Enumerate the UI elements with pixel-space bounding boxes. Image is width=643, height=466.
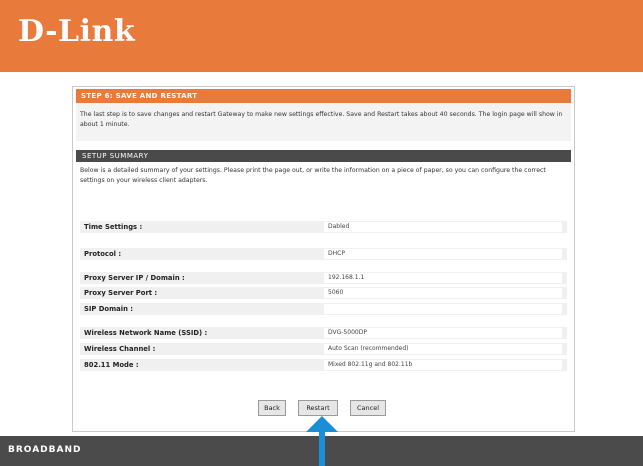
arrow-shaft <box>319 432 325 466</box>
step-title: STEP 6: SAVE AND RESTART <box>81 92 198 100</box>
row-value: Dabled <box>328 223 350 230</box>
row-value-box <box>324 304 562 314</box>
row-value-box <box>324 222 562 232</box>
summary-title: SETUP SUMMARY <box>82 152 149 160</box>
row-value: Mixed 802.11g and 802.11b <box>328 361 413 368</box>
row-value: 5060 <box>328 289 344 296</box>
step-header: STEP 6: SAVE AND RESTART <box>76 89 571 103</box>
summary-row-80211-mode: 802.11 Mode : Mixed 802.11g and 802.11b <box>80 359 567 371</box>
dlink-logo: D-Link <box>18 14 136 49</box>
step-description: The last step is to save changes and res… <box>76 103 571 141</box>
broadband-label: BROADBAND <box>8 445 82 455</box>
row-label: Proxy Server IP / Domain : <box>84 274 185 282</box>
row-value: Auto Scan (recommended) <box>328 345 409 352</box>
row-label: Wireless Channel : <box>84 345 156 353</box>
summary-row-time-settings: Time Settings : Dabled <box>80 221 567 233</box>
row-label: Wireless Network Name (SSID) : <box>84 329 208 337</box>
summary-row-proxy-port: Proxy Server Port : 5060 <box>80 287 567 299</box>
row-label: 802.11 Mode : <box>84 361 139 369</box>
row-label: SIP Domain : <box>84 305 134 313</box>
back-button[interactable]: Back <box>258 400 286 416</box>
row-value-box <box>324 249 562 259</box>
summary-description: Below is a detailed summary of your sett… <box>80 167 546 184</box>
summary-row-proxy-ip: Proxy Server IP / Domain : 192.168.1.1 <box>80 272 567 284</box>
header-bar: D-Link <box>0 0 643 72</box>
restart-button[interactable]: Restart <box>298 400 338 416</box>
summary-header: SETUP SUMMARY <box>76 150 571 162</box>
summary-row-sip-domain: SIP Domain : <box>80 303 567 315</box>
row-value-box <box>324 288 562 298</box>
summary-row-protocol: Protocol : DHCP <box>80 248 567 260</box>
row-value: 192.168.1.1 <box>328 274 365 281</box>
row-value: DVG-5000DP <box>328 329 367 336</box>
row-label: Protocol : <box>84 250 122 258</box>
row-value: DHCP <box>328 250 345 257</box>
arrow-up-icon <box>306 416 338 432</box>
row-label: Proxy Server Port : <box>84 289 158 297</box>
row-label: Time Settings : <box>84 223 143 231</box>
summary-row-ssid: Wireless Network Name (SSID) : DVG-5000D… <box>80 327 567 339</box>
summary-row-wireless-channel: Wireless Channel : Auto Scan (recommende… <box>80 343 567 355</box>
cancel-button[interactable]: Cancel <box>350 400 386 416</box>
